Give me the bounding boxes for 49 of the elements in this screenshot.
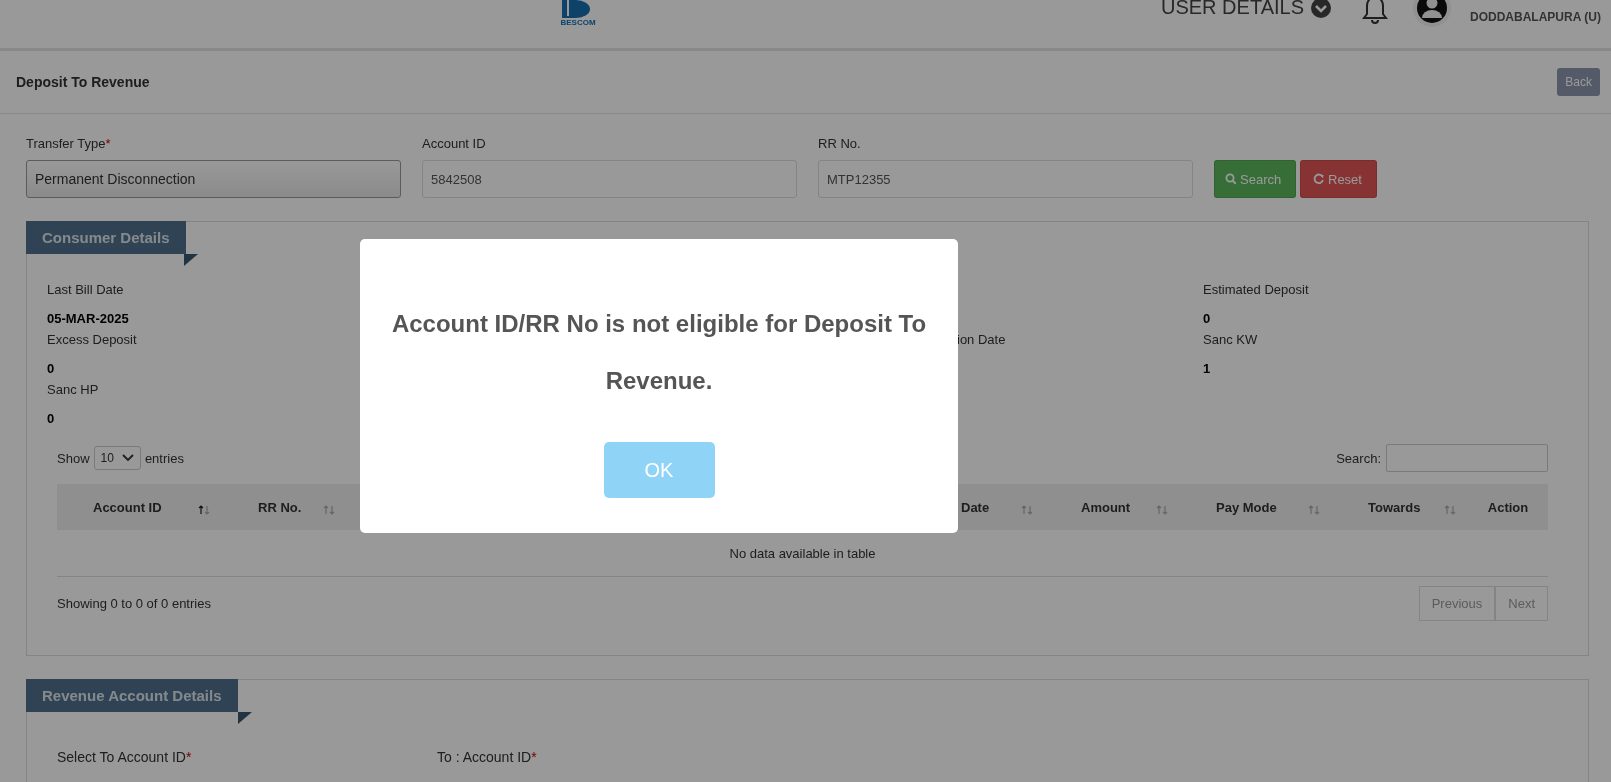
- field-value: 0: [47, 411, 56, 426]
- field-label: Sanc KW: [1203, 332, 1259, 349]
- panel-heading: Revenue Account Details: [26, 679, 238, 712]
- input-field[interactable]: 5842508: [422, 160, 797, 198]
- location-text: DODDABALAPURA (U): [1470, 10, 1601, 24]
- page-title: Deposit To Revenue: [16, 74, 150, 90]
- field-value: 0: [47, 361, 56, 376]
- column-header[interactable]: Amount: [1081, 499, 1131, 515]
- field-label: Select To Account ID*: [57, 749, 193, 765]
- search-field[interactable]: [1386, 444, 1548, 472]
- ribbon-fold-icon: [184, 254, 198, 266]
- input-field[interactable]: MTP12355: [818, 160, 1193, 198]
- entries-select[interactable]: 10: [93, 446, 141, 470]
- field-label: Sanc HP: [47, 382, 100, 399]
- field-label: RR No.: [818, 136, 862, 151]
- column-header[interactable]: Date: [961, 499, 990, 515]
- panel-heading: Consumer Details: [26, 221, 186, 254]
- column-header[interactable]: Account ID: [93, 499, 162, 515]
- refresh-icon: [1313, 173, 1325, 185]
- entries-label: entries: [144, 450, 184, 466]
- reset-button[interactable]: Reset: [1300, 160, 1377, 198]
- field-label: Excess Deposit: [47, 332, 138, 349]
- field-label: Account ID: [422, 136, 487, 151]
- field-label: Transfer Type*: [26, 136, 112, 151]
- logo-text: BESCOM: [560, 18, 596, 27]
- select-field[interactable]: Permanent Disconnection: [26, 160, 401, 198]
- field-value: 1: [1203, 361, 1212, 376]
- show-label: Show: [57, 450, 90, 466]
- avatar-icon: [1412, 0, 1452, 28]
- search-label: Search:: [1336, 450, 1381, 466]
- field-value: 0: [1203, 311, 1212, 326]
- chevron-down-icon: [121, 454, 134, 462]
- column-header[interactable]: RR No.: [258, 499, 302, 515]
- field-label: To : Account ID*: [437, 749, 538, 765]
- user-details-label: USER DETAILS: [1161, 0, 1304, 19]
- bell-icon[interactable]: [1362, 0, 1388, 24]
- column-header[interactable]: Towards: [1368, 499, 1421, 515]
- field-label: Estimated Deposit: [1203, 282, 1310, 299]
- column-header[interactable]: Action: [1487, 499, 1529, 515]
- field-label: Last Bill Date: [47, 282, 125, 299]
- ribbon-fold-icon: [238, 712, 252, 724]
- alert-message: Account ID/RR No is not eligible for Deposit To Revenue.: [390, 309, 928, 396]
- table-info: Showing 0 to 0 of 0 entries: [57, 596, 211, 611]
- empty-table-message: No data available in table: [729, 545, 876, 561]
- column-header[interactable]: Pay Mode: [1216, 499, 1277, 515]
- field-label: ion Date: [957, 332, 1007, 349]
- search-icon: [1225, 173, 1237, 185]
- user-details-menu[interactable]: USER DETAILS: [1161, 0, 1332, 19]
- chevron-down-icon: [1310, 0, 1332, 19]
